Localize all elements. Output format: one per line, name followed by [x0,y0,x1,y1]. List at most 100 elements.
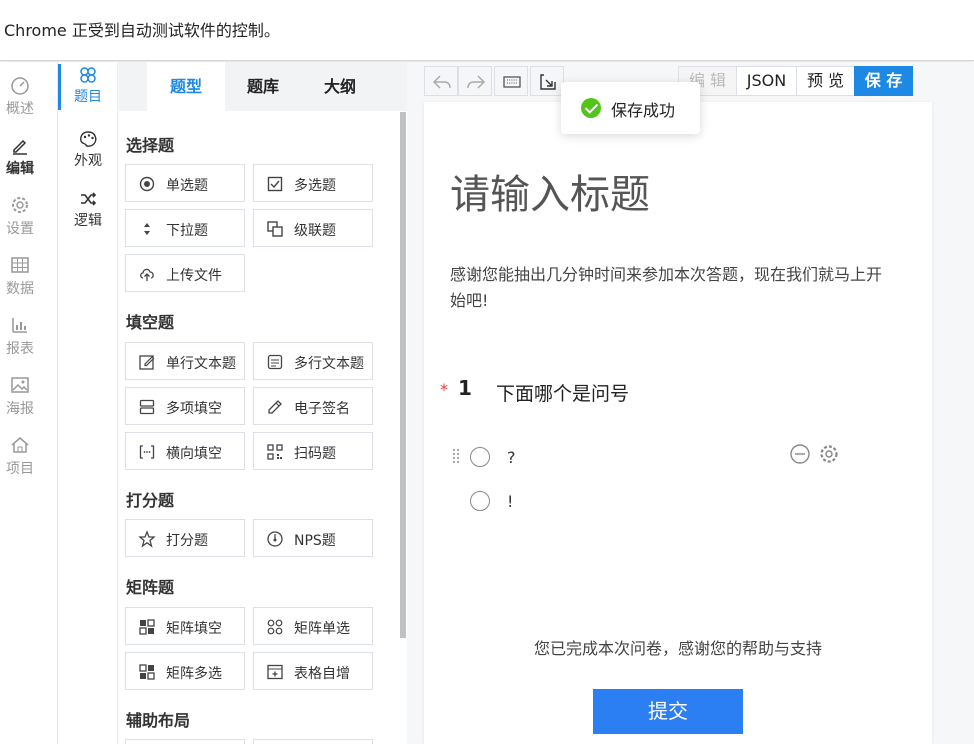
nav-item-settings[interactable]: 设置 [0,194,40,238]
nav-label: 项目 [6,461,34,477]
json-button[interactable]: JSON [736,66,797,96]
pen-icon [268,400,282,414]
section-title-rating: 打分题 [126,491,175,510]
question-type-layout-2[interactable] [253,739,373,744]
question-type-multi-line-text[interactable]: 多行文本题 [253,342,373,380]
question-type-single-line-text[interactable]: 单行文本题 [125,342,245,380]
section-title-matrix: 矩阵题 [126,578,175,597]
tab-question-types[interactable]: 题型 [147,62,225,111]
automation-infobar: Chrome 正受到自动测试软件的控制。 [0,0,974,61]
question-type-dropdown[interactable]: 下拉题 [125,209,245,247]
option-radio[interactable] [470,491,490,511]
question-type-cascade[interactable]: 级联题 [253,209,373,247]
question-type-matrix-multi[interactable]: 矩阵多选 [125,652,245,690]
keyboard-icon [503,76,521,88]
question-type-layout-1[interactable] [125,739,245,744]
question-type-multi-fill[interactable]: 多项填空 [125,387,245,425]
brackets-icon [139,445,155,459]
nav2-item-logic[interactable]: 逻辑 [58,188,118,230]
nav-label: 编辑 [6,161,34,177]
sort-arrows-icon [144,223,150,235]
tab-question-bank[interactable]: 题库 [224,62,302,111]
document-icon [267,354,283,370]
question-type-label: 多项填空 [166,401,222,417]
nav-label: 数据 [6,281,34,297]
redo-button[interactable] [458,66,492,96]
checkbox-grid-icon [139,664,155,680]
option-settings-icon[interactable] [818,443,840,465]
question-type-label: 电子签名 [294,401,350,417]
qrcode-icon [267,444,283,460]
nav-item-overview[interactable]: 概述 [0,74,40,118]
app: 概述 编辑 设置 数据 报表 海报 项目 题目 外观 逻辑 题型 题库 大纲 选… [0,62,974,744]
form-footer-text: 您已完成本次问卷，感谢您的帮助与支持 [533,639,822,658]
nav-item-data[interactable]: 数据 [0,254,40,298]
question-type-multi-choice[interactable]: 多选题 [253,164,373,202]
option-label[interactable]: ! [507,492,513,511]
library-scrollbar[interactable] [400,112,406,638]
nav-item-edit[interactable]: 编辑 [0,134,40,178]
preview-button[interactable]: 预 览 [796,66,855,96]
question-type-matrix-fill[interactable]: 矩阵填空 [125,607,245,645]
edit-icon [13,139,27,155]
image-icon [11,377,29,393]
keyboard-button[interactable] [494,66,528,96]
nav-label: 概述 [6,101,34,117]
undo-button[interactable] [424,66,458,96]
question-type-label: 级联题 [294,223,336,239]
nav-label: 设置 [6,221,34,237]
import-button[interactable] [530,66,564,96]
submit-button[interactable]: 提交 [593,689,743,734]
dashboard-icon [11,77,29,95]
option-radio[interactable] [470,447,490,467]
active-indicator [58,64,61,110]
question-type-rating[interactable]: 打分题 [125,519,245,557]
question-type-label: 多行文本题 [294,356,364,372]
question-type-upload[interactable]: 上传文件 [125,254,245,292]
library-tabs: 题型 题库 大纲 [119,62,407,111]
section-title-layout: 辅助布局 [126,711,191,730]
success-icon [581,98,601,118]
question-type-qrcode[interactable]: 扫码题 [253,432,373,470]
form-title[interactable]: 请输入标题 [450,162,650,220]
question-type-nps[interactable]: NPS题 [253,519,373,557]
save-button[interactable]: 保 存 [854,66,913,96]
question-type-label: 矩阵填空 [166,621,222,637]
chart-icon [12,318,27,333]
home-icon [11,437,29,453]
form-description[interactable]: 感谢您能抽出几分钟时间来参加本次答题，现在我们就马上开始吧! [450,262,890,314]
question-title[interactable]: 下面哪个是问号 [496,379,629,406]
clover-icon [80,67,96,83]
toast-message: 保存成功 [611,101,676,120]
gauge-icon [267,531,283,547]
question-type-single-choice[interactable]: 单选题 [125,164,245,202]
nav2-label: 外观 [74,153,102,169]
nav-item-poster[interactable]: 海报 [0,374,40,418]
copy-icon [267,221,283,237]
question-type-signature[interactable]: 电子签名 [253,387,373,425]
question-type-label: 扫码题 [294,446,336,462]
nav2-label: 逻辑 [74,213,102,229]
question-type-label: 打分题 [166,533,208,549]
question-type-table-auto[interactable]: 表格自增 [253,652,373,690]
question-type-label: 表格自增 [294,666,350,682]
question-type-matrix-single[interactable]: 矩阵单选 [253,607,373,645]
grid-icon [139,619,155,635]
palette-icon [80,131,97,147]
option-label[interactable]: ? [507,448,516,467]
gear-icon [12,197,28,213]
remove-option-icon[interactable] [789,443,811,465]
nav-item-project[interactable]: 项目 [0,434,40,478]
question-type-horizontal-fill[interactable]: 横向填空 [125,432,245,470]
question-type-label: 横向填空 [166,446,222,462]
tab-outline[interactable]: 大纲 [301,62,379,111]
nav-item-report[interactable]: 报表 [0,314,40,358]
shuffle-icon [81,192,97,206]
nav2-item-appearance[interactable]: 外观 [58,128,118,170]
question-type-label: 下拉题 [166,223,208,239]
question-number: 1 [458,376,472,400]
section-title-choice: 选择题 [126,136,175,155]
drag-handle-icon[interactable] [451,447,461,465]
table-icon [11,257,29,273]
nav2-item-questions[interactable]: 题目 [58,64,118,110]
